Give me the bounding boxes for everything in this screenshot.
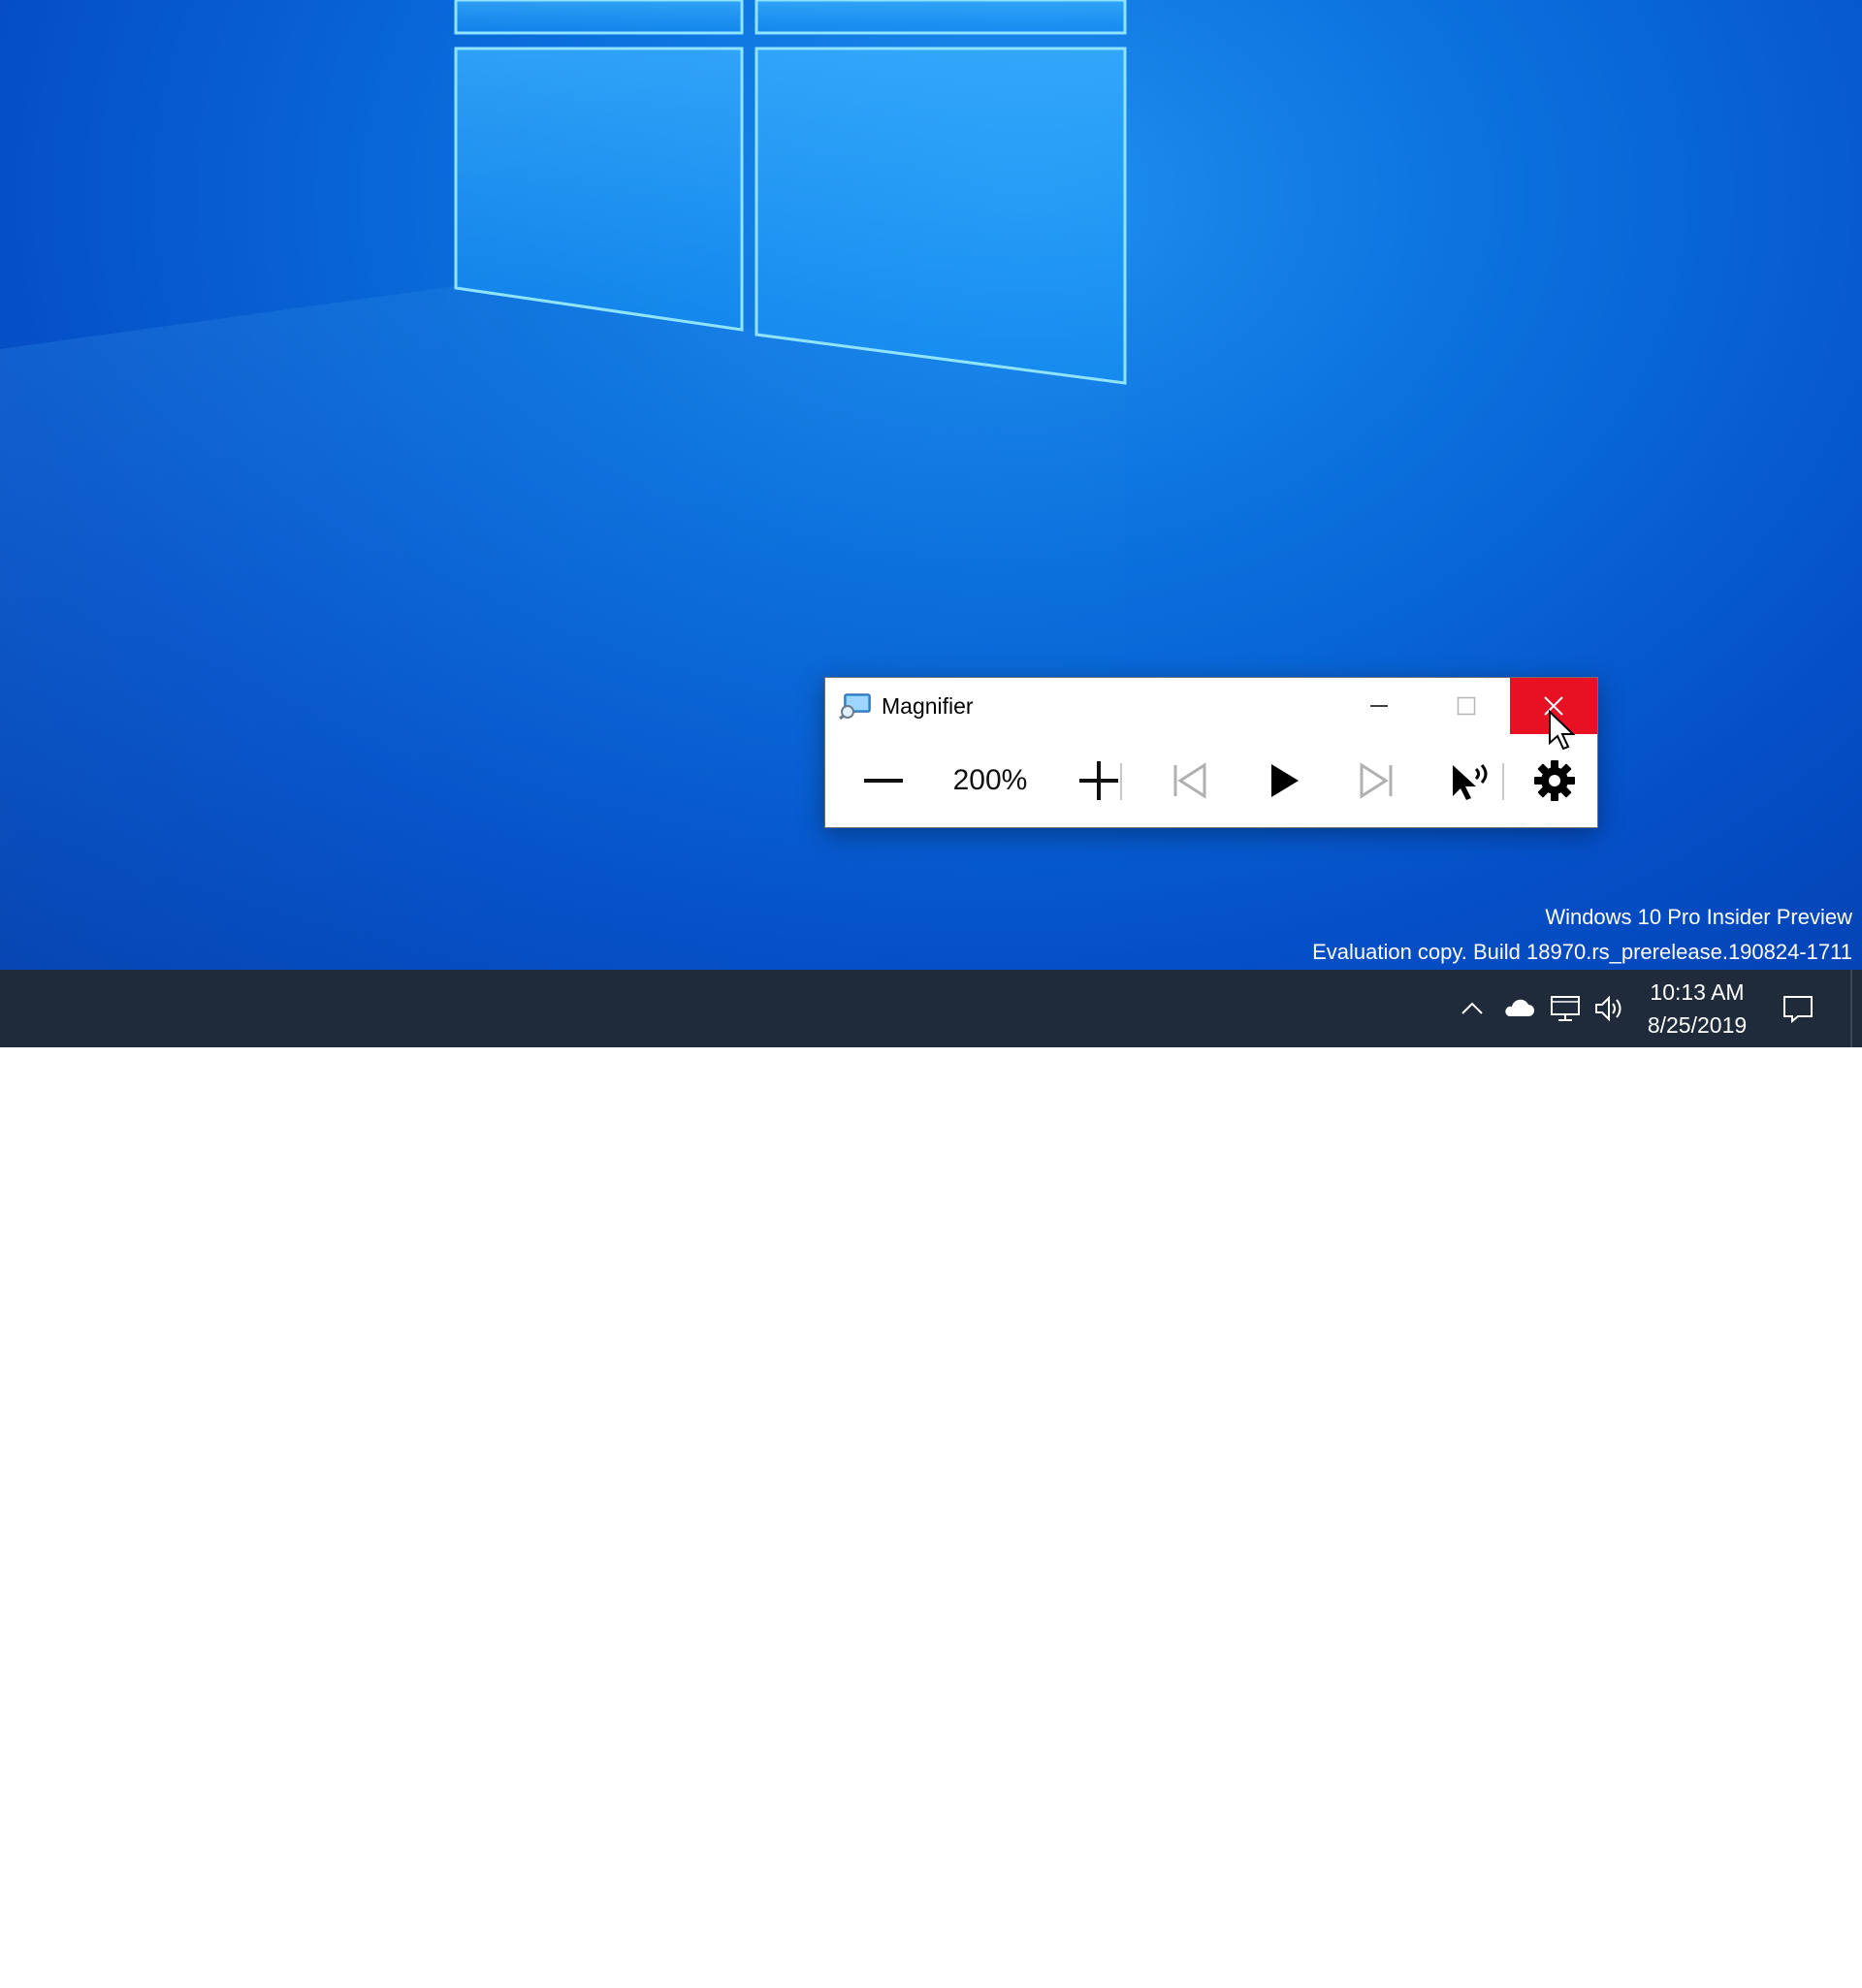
chevron-up-icon [1461,1002,1483,1014]
play-button[interactable] [1242,734,1324,827]
toolbar-separator [1502,763,1504,800]
minimize-icon [1370,705,1388,707]
watermark-line-1: Windows 10 Pro Insider Preview [1545,905,1852,929]
next-button [1335,734,1417,827]
volume-button[interactable] [1590,987,1629,1030]
onedrive-button[interactable] [1498,987,1537,1030]
maximize-button [1423,678,1510,734]
toolbar-separator [1120,763,1122,800]
clock-date: 8/25/2019 [1647,1012,1748,1038]
gear-icon [1534,760,1575,801]
volume-icon [1595,995,1621,1022]
notification-icon [1783,996,1813,1023]
minimize-button[interactable] [1335,678,1423,734]
network-icon [1551,996,1580,1021]
clock[interactable]: 10:13 AM 8/25/2019 [1629,976,1765,1043]
pointer-speak-icon [1453,764,1488,800]
skip-next-icon [1360,762,1393,799]
skip-previous-icon [1173,762,1206,799]
watermark-line-2: Evaluation copy. Build 18970.rs_prerelea… [1312,940,1852,964]
minus-icon [864,779,903,783]
show-desktop-button[interactable] [1850,970,1852,1047]
clock-time: 10:13 AM [1650,979,1745,1005]
title-bar[interactable]: Magnifier [825,678,1597,734]
read-from-here-button[interactable] [1429,734,1510,827]
zoom-out-button[interactable] [843,734,924,827]
window-title: Magnifier [882,693,974,719]
previous-button [1149,734,1231,827]
taskbar: 10:13 AM 8/25/2019 Collection Book [0,970,1862,1987]
magnifier-window: Magnifier 200% [824,677,1598,828]
action-center-button[interactable] [1775,985,1821,1032]
maximize-icon [1457,696,1476,716]
evaluation-watermark: Windows 10 Pro Insider Preview Evaluatio… [1312,900,1852,970]
magnifier-app-icon [839,693,871,720]
mouse-cursor-icon [1549,710,1576,751]
play-icon [1271,764,1299,797]
onedrive-cloud-icon [1505,999,1534,1016]
zoom-level: 200% [952,764,1028,796]
show-hidden-icons-button[interactable] [1453,987,1492,1030]
plus-icon [1079,761,1118,800]
magnifier-toolbar: 200% [825,734,1597,827]
collection-book-watermark: Collection Book [1615,1967,1744,1987]
network-button[interactable] [1546,987,1585,1030]
zoom-in-button[interactable] [1058,734,1140,827]
